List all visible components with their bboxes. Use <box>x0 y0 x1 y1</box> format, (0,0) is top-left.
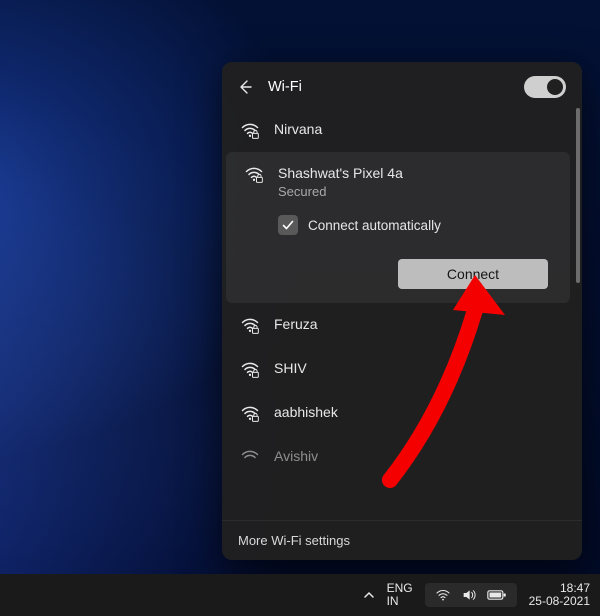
network-name: Avishiv <box>274 447 318 465</box>
network-item[interactable]: aabhishek <box>222 391 574 435</box>
tray-overflow-button[interactable] <box>363 589 375 601</box>
wifi-flyout-panel: Wi-Fi Nirvana <box>222 62 582 560</box>
auto-connect-checkbox[interactable] <box>278 215 298 235</box>
network-item[interactable]: Feruza <box>222 303 574 347</box>
network-name: SHIV <box>274 359 307 377</box>
scrollbar-thumb[interactable] <box>576 108 580 283</box>
wifi-icon <box>435 587 451 603</box>
auto-connect-label: Connect automatically <box>308 218 441 233</box>
wifi-secured-icon <box>244 164 264 184</box>
lang-line-2: IN <box>387 595 413 608</box>
selected-header: Shashwat's Pixel 4a Secured <box>244 164 554 199</box>
network-name: Feruza <box>274 315 318 333</box>
clock[interactable]: 18:47 25-08-2021 <box>529 582 590 608</box>
clock-date: 25-08-2021 <box>529 595 590 608</box>
system-tray-cluster[interactable] <box>425 583 517 607</box>
more-wifi-settings-link[interactable]: More Wi-Fi settings <box>222 520 582 560</box>
wifi-secured-icon <box>240 120 260 140</box>
network-scroll-area: Nirvana Shashwat's Pixel 4a Secured <box>222 108 582 520</box>
wifi-secured-icon <box>240 359 260 379</box>
connect-button[interactable]: Connect <box>398 259 548 289</box>
selected-network-text: Shashwat's Pixel 4a Secured <box>278 164 403 199</box>
auto-connect-row: Connect automatically <box>278 215 554 235</box>
arrow-left-icon <box>237 79 253 95</box>
network-secured-label: Secured <box>278 184 403 199</box>
network-name: Nirvana <box>274 120 322 138</box>
wifi-toggle[interactable] <box>524 76 566 98</box>
check-icon <box>281 218 295 232</box>
panel-title: Wi-Fi <box>268 79 510 95</box>
language-indicator[interactable]: ENG IN <box>387 582 413 607</box>
wifi-secured-icon <box>240 447 260 467</box>
wifi-secured-icon <box>240 403 260 423</box>
network-list: Nirvana Shashwat's Pixel 4a Secured <box>222 108 574 467</box>
network-item[interactable]: Nirvana <box>222 108 574 152</box>
network-name: Shashwat's Pixel 4a <box>278 164 403 182</box>
wifi-panel-header: Wi-Fi <box>222 62 582 108</box>
wifi-secured-icon <box>240 315 260 335</box>
taskbar: ENG IN 18:47 25-08-2021 <box>0 574 600 616</box>
network-item[interactable]: SHIV <box>222 347 574 391</box>
network-item[interactable]: Avishiv <box>222 435 574 467</box>
network-item-selected[interactable]: Shashwat's Pixel 4a Secured Connect auto… <box>226 152 570 303</box>
back-button[interactable] <box>236 78 254 96</box>
connect-row: Connect <box>244 259 554 289</box>
wifi-toggle-knob <box>547 79 563 95</box>
network-name: aabhishek <box>274 403 338 421</box>
battery-icon <box>487 588 507 602</box>
chevron-up-icon <box>363 589 375 601</box>
volume-icon <box>461 587 477 603</box>
